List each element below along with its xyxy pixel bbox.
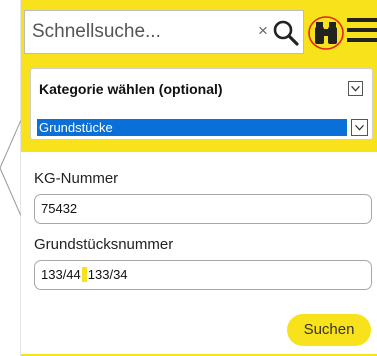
binoculars-icon[interactable] xyxy=(307,14,345,52)
search-icon[interactable] xyxy=(272,19,300,47)
parcel-value-after: 133/34 xyxy=(87,267,128,282)
parcel-value-before: 133/44 xyxy=(41,267,81,282)
search-submit-button[interactable]: Suchen xyxy=(287,314,371,346)
page: × Kategorie wählen (optional) xyxy=(0,0,377,356)
kg-number-label: KG-Nummer xyxy=(34,170,119,187)
category-section: Kategorie wählen (optional) Grundstücke xyxy=(21,60,377,152)
category-selected-value: Grundstücke xyxy=(37,119,347,136)
search-form: KG-Nummer 75432 Grundstücksnummer 133/44… xyxy=(21,152,377,356)
quick-search-input[interactable] xyxy=(32,18,252,46)
kg-number-value: 75432 xyxy=(41,201,78,216)
category-label: Kategorie wählen (optional) xyxy=(39,81,223,97)
separator-highlight xyxy=(81,267,87,282)
search-panel: × Kategorie wählen (optional) xyxy=(21,0,377,356)
clear-search-icon[interactable]: × xyxy=(258,22,268,39)
category-select[interactable]: Grundstücke xyxy=(37,119,368,136)
quick-search-box: × xyxy=(24,10,304,54)
category-toggle-icon[interactable] xyxy=(348,81,363,96)
top-search-bar: × xyxy=(21,0,377,60)
kg-number-field[interactable]: 75432 xyxy=(34,194,372,224)
chevron-down-icon[interactable] xyxy=(351,119,368,136)
parcel-number-label: Grundstücksnummer xyxy=(34,236,174,253)
parcel-number-field[interactable]: 133/44 133/34 xyxy=(34,260,372,290)
category-box: Kategorie wählen (optional) Grundstücke xyxy=(30,68,373,140)
menu-icon[interactable] xyxy=(347,18,377,48)
